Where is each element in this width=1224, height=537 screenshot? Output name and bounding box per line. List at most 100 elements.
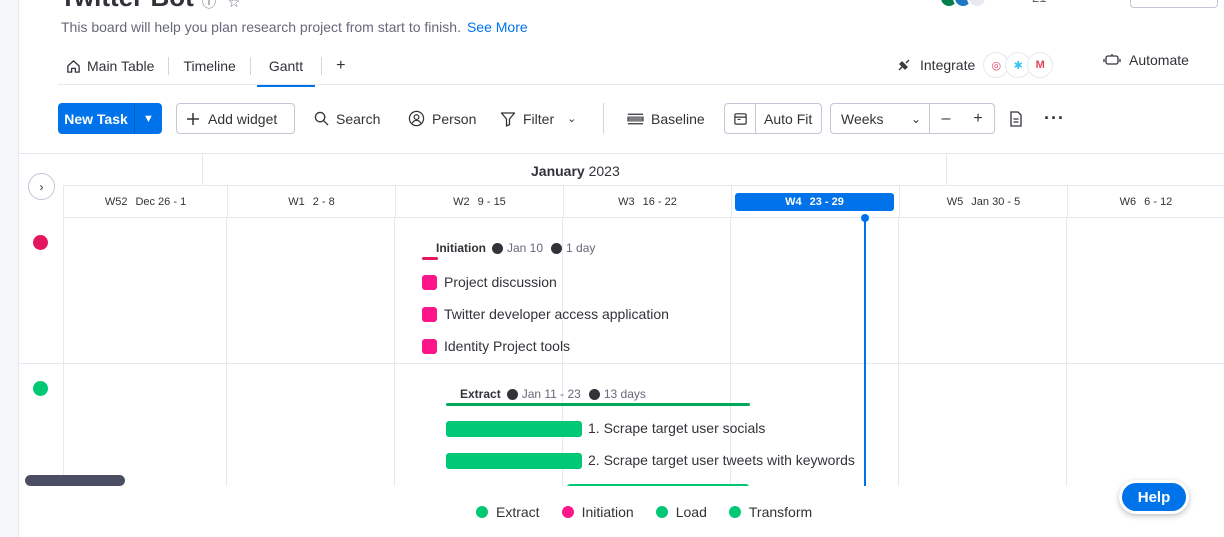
group-date: Jan 10	[507, 241, 544, 255]
person-filter-button[interactable]: Person	[408, 103, 476, 134]
zoom-out-button[interactable]: –	[930, 104, 962, 133]
chevron-right-icon: ›	[39, 179, 44, 194]
grid-line	[394, 218, 395, 486]
description-text: This board will help you plan research p…	[61, 19, 461, 35]
search-button[interactable]: Search	[314, 103, 380, 134]
filter-button[interactable]: Filter ⌄	[500, 103, 576, 134]
legend-dot	[728, 506, 741, 518]
integration-apps: ◎ ✱ M	[983, 52, 1054, 78]
month-year: 2023	[588, 163, 620, 179]
group-duration: 1 day	[566, 241, 596, 255]
month-label: January 2023	[531, 163, 620, 179]
person-label: Person	[432, 110, 477, 127]
group-bar-extract[interactable]	[446, 403, 750, 406]
add-widget-button[interactable]: Add widget	[176, 103, 295, 134]
today-marker	[861, 214, 869, 222]
task-marker[interactable]	[422, 339, 437, 354]
auto-fit-button[interactable]: Auto Fit	[724, 103, 822, 134]
top-action-button[interactable]	[1130, 0, 1218, 8]
duration-dot-icon	[551, 242, 563, 254]
zoom-control: Weeks ⌄ – +	[830, 103, 995, 134]
zoom-select[interactable]: Weeks ⌄	[831, 104, 930, 133]
toolbar-divider	[603, 103, 604, 134]
legend-item: Initiation	[561, 504, 634, 520]
task-label[interactable]: Twitter developer access application	[444, 306, 669, 322]
baseline-icon	[627, 113, 644, 124]
gantt-page: Twitter Bot ⓘ ☆ This board will help you…	[0, 0, 1224, 537]
plus-icon	[187, 112, 199, 125]
legend-label: Initiation	[581, 504, 634, 520]
task-label[interactable]: Identity Project tools	[444, 338, 570, 354]
week-cell: W5 Jan 30 - 5	[899, 186, 1067, 218]
tab-divider	[321, 57, 323, 75]
add-view-button[interactable]: +	[328, 57, 353, 75]
auto-fit-label: Auto Fit	[764, 110, 813, 127]
integrate-icon	[898, 59, 910, 71]
task-label[interactable]: 1. Scrape target user socials	[588, 420, 765, 436]
export-button[interactable]	[1009, 103, 1023, 134]
week-header-row: W52 Dec 26 - 1 W1 2 - 8 W2 9 - 15 W3 16 - 22…	[63, 186, 1224, 218]
board-toolbar: New Task ▼ Add widget Search Person Filt…	[58, 103, 1224, 135]
tabs-underline	[58, 84, 1224, 85]
legend-label: Load	[675, 504, 707, 520]
person-icon	[408, 110, 425, 127]
task-bar[interactable]	[446, 421, 582, 437]
chevron-down-icon[interactable]: ▼	[134, 103, 162, 134]
today-line	[864, 218, 866, 486]
help-button[interactable]: Help	[1119, 480, 1189, 514]
grid-line	[730, 218, 731, 486]
legend-dot	[476, 506, 488, 518]
group-bar-initiation[interactable]	[422, 257, 438, 260]
left-rail	[0, 0, 19, 537]
group-color-dot[interactable]	[33, 381, 48, 396]
date-dot-icon	[506, 388, 518, 400]
week-cell: W52 Dec 26 - 1	[63, 186, 227, 218]
group-header-initiation[interactable]: Initiation Jan 10 1 day	[436, 241, 595, 255]
week-cell: W3 16 - 22	[563, 186, 731, 218]
group-name: Initiation	[436, 241, 486, 255]
tab-divider	[249, 57, 251, 75]
legend-dot	[561, 506, 574, 518]
filter-icon	[500, 111, 516, 127]
gmail-icon: M	[1027, 52, 1054, 78]
see-more-link[interactable]: See More	[467, 19, 528, 35]
automate-button[interactable]: Automate	[1103, 52, 1189, 68]
integrate-button[interactable]: Integrate ◎ ✱ M	[896, 52, 1054, 78]
grid-line	[898, 218, 899, 486]
group-date: Jan 11 - 23	[521, 387, 581, 401]
baseline-button[interactable]: Baseline	[627, 103, 705, 134]
avatar-stack[interactable]	[939, 0, 987, 8]
zoom-in-button[interactable]: +	[962, 104, 994, 133]
group-header-extract[interactable]: Extract Jan 11 - 23 13 days	[460, 387, 646, 401]
chevron-down-icon[interactable]: ⌄	[567, 112, 576, 125]
legend: Extract Initiation Load Transform	[476, 504, 812, 520]
expand-sidebar-button[interactable]: ›	[28, 173, 55, 200]
baseline-label: Baseline	[651, 110, 705, 127]
legend-item: Transform	[728, 504, 812, 520]
tab-gantt[interactable]: Gantt	[256, 51, 316, 87]
tab-label: Timeline	[183, 58, 236, 74]
chevron-down-icon: ⌄	[910, 111, 921, 126]
board-info-icons[interactable]: ⓘ ☆	[202, 0, 240, 12]
task-label[interactable]: 2. Scrape target user tweets with keywor…	[588, 452, 855, 468]
current-week-badge: W4 23 - 29	[735, 193, 894, 211]
tab-main-table[interactable]: Main Table	[58, 51, 162, 81]
task-label[interactable]: Project discussion	[444, 274, 557, 290]
board-title[interactable]: Twitter Bot	[60, 0, 194, 13]
calendar-icon[interactable]	[725, 104, 756, 133]
tab-timeline[interactable]: Timeline	[175, 51, 243, 81]
group-color-dot[interactable]	[33, 235, 48, 250]
grid-line	[226, 218, 227, 486]
tab-label: Gantt	[268, 58, 304, 74]
grid-line	[1066, 218, 1067, 486]
integrate-label: Integrate	[920, 57, 976, 73]
horizontal-scrollbar[interactable]	[25, 475, 125, 486]
week-cell: W1 2 - 8	[227, 186, 395, 218]
new-task-button[interactable]: New Task ▼	[58, 103, 162, 134]
more-options-button[interactable]: ···	[1044, 103, 1065, 134]
duration-dot-icon	[588, 388, 600, 400]
invite-count[interactable]: 21	[1032, 0, 1046, 5]
task-bar[interactable]	[446, 453, 582, 469]
task-marker[interactable]	[422, 275, 437, 290]
task-marker[interactable]	[422, 307, 437, 322]
